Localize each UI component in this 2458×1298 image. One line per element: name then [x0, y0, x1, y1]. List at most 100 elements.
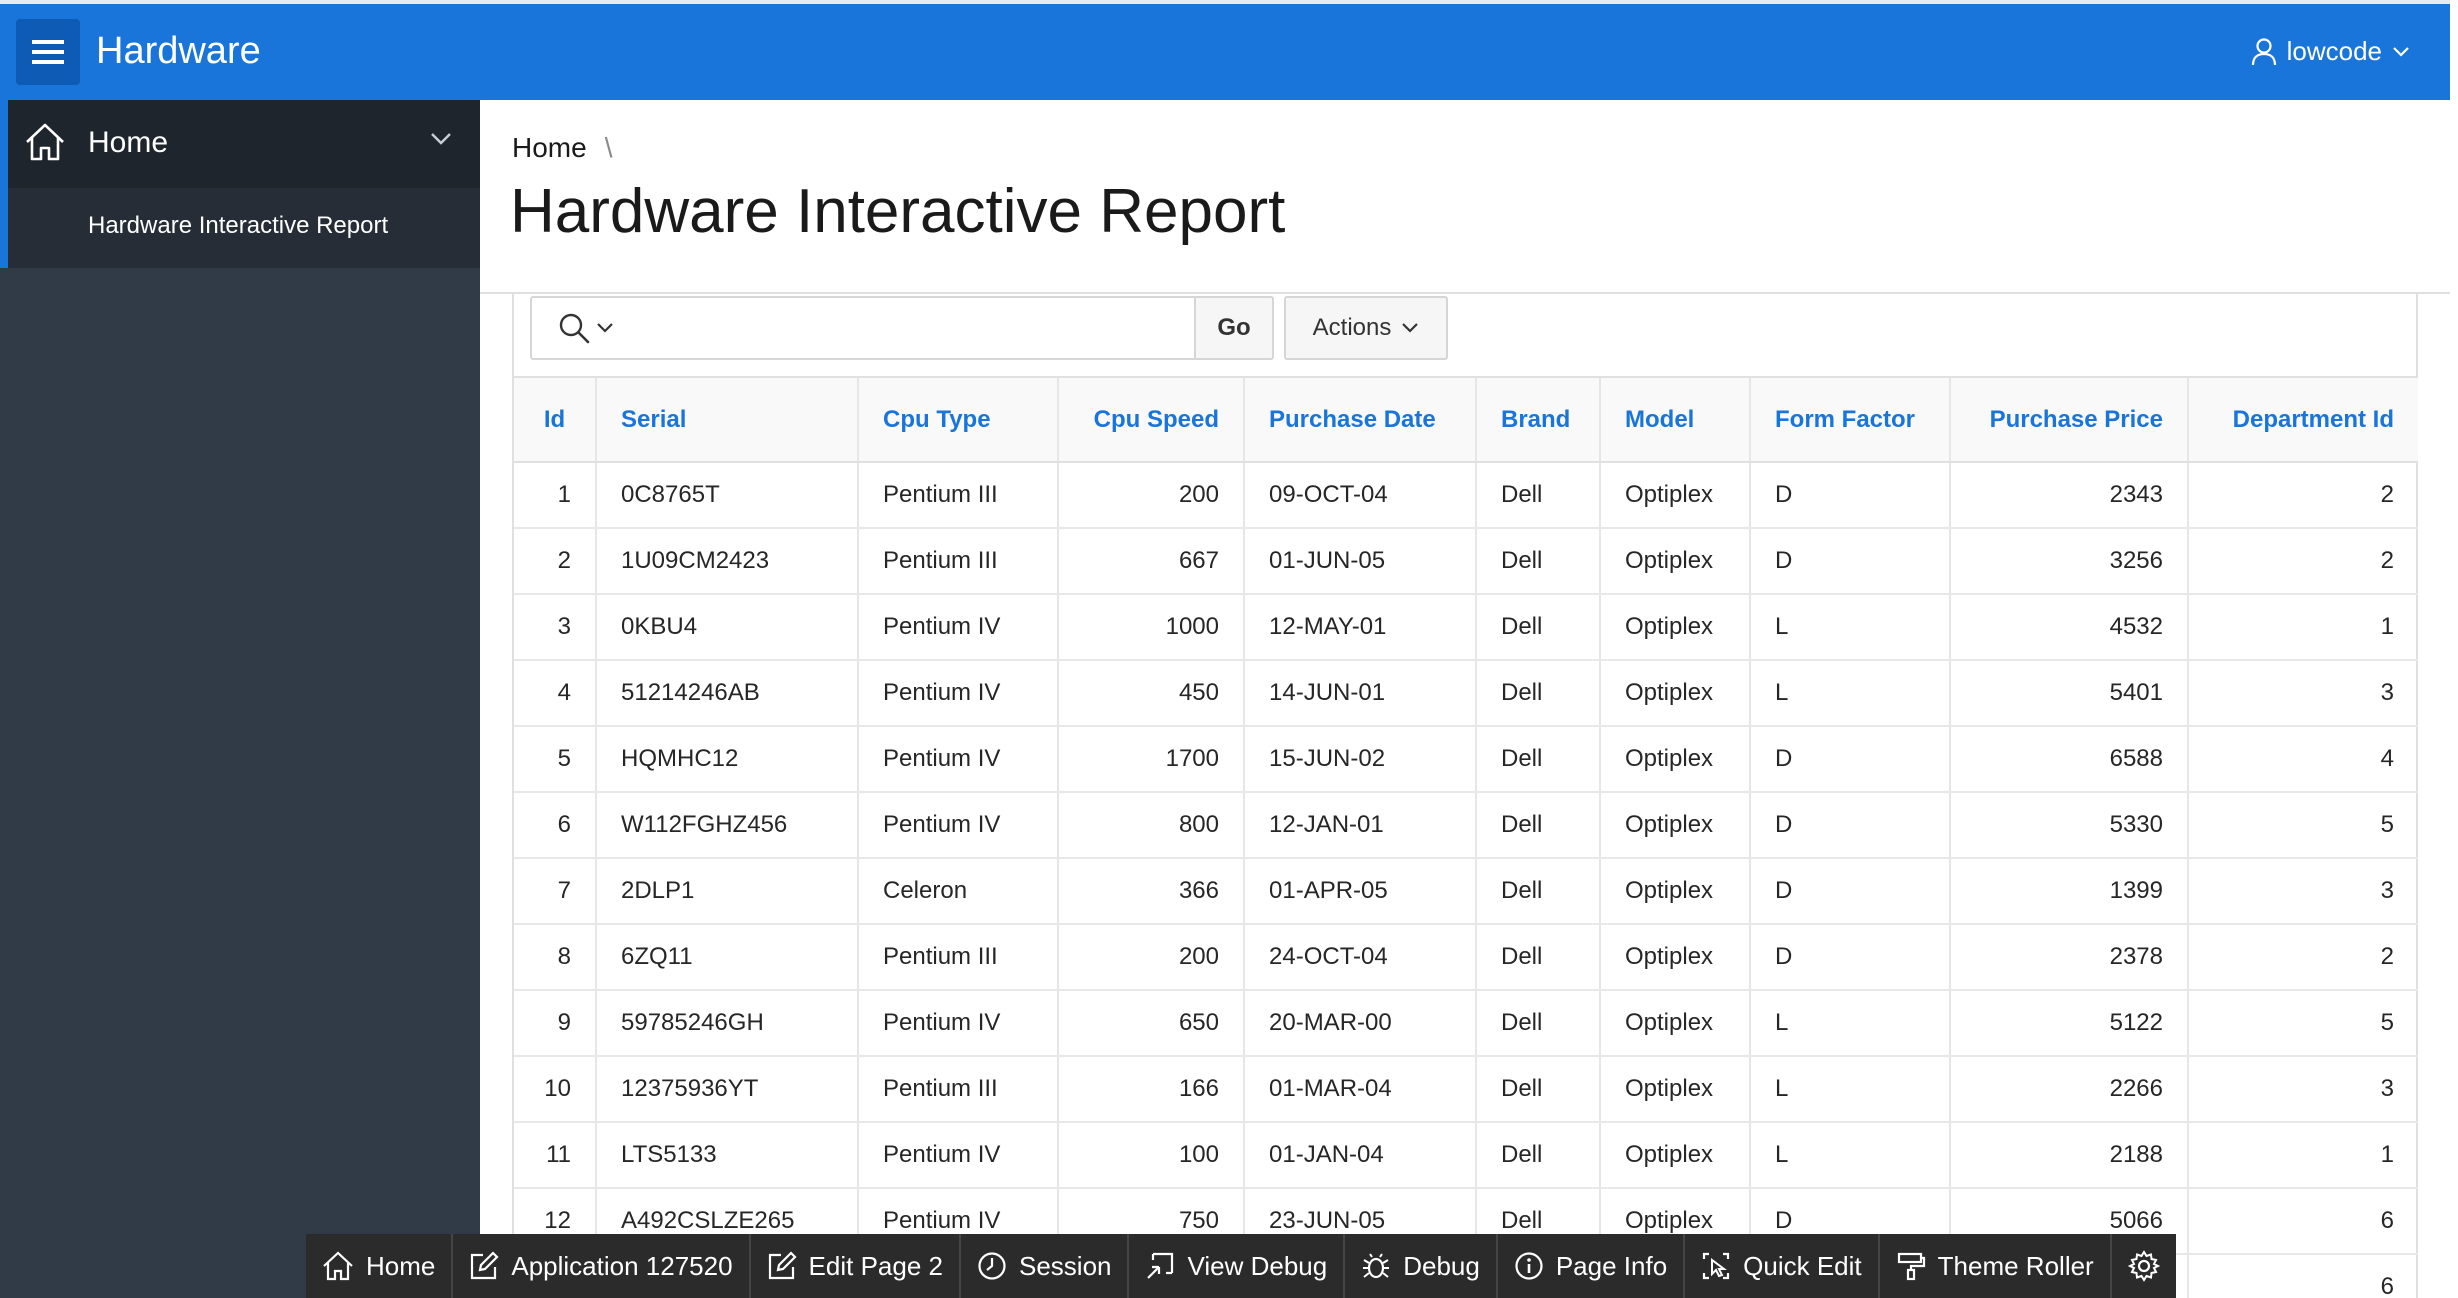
- cell-cpu-type: Pentium IV: [858, 660, 1059, 727]
- search-icon: [559, 313, 590, 344]
- table-row[interactable]: 11 LTS5133 Pentium IV 100 01-JAN-04 Dell Optip…: [514, 1122, 2418, 1189]
- actions-menu-button[interactable]: Actions: [1284, 296, 1448, 360]
- hamburger-icon: [32, 40, 64, 64]
- cell-form-factor: L: [1750, 1122, 1951, 1189]
- chevron-down-icon: [597, 323, 613, 333]
- user-menu[interactable]: lowcode: [2251, 36, 2410, 67]
- dev-application-button[interactable]: Application 127520: [453, 1234, 751, 1298]
- cell-purchase-price: 1399: [1950, 858, 2189, 925]
- cell-form-factor: L: [1750, 660, 1951, 727]
- search-column-selector[interactable]: [530, 296, 642, 360]
- table-row[interactable]: 7 2DLP1 Celeron 366 01-APR-05 Dell Optiplex D 13…: [514, 858, 2418, 925]
- edit-icon: [471, 1251, 499, 1280]
- cell-model: Optiplex: [1600, 660, 1751, 727]
- cell-id: 7: [514, 858, 597, 925]
- cell-purchase-date: 09-OCT-04: [1244, 462, 1477, 529]
- dev-item-label: Theme Roller: [1937, 1250, 2094, 1281]
- cell-brand: Dell: [1476, 1056, 1601, 1123]
- column-header-cpu-type[interactable]: Cpu Type: [858, 378, 1059, 463]
- column-header-serial[interactable]: Serial: [596, 378, 859, 463]
- top-bar: Hardware lowcode: [0, 0, 2450, 100]
- dev-item-label: Session: [1018, 1250, 1112, 1281]
- user-name: lowcode: [2286, 36, 2382, 66]
- chevron-down-icon: [1402, 323, 1419, 333]
- cell-department-id: 2: [2188, 924, 2418, 991]
- chevron-down-icon[interactable]: [430, 132, 452, 146]
- sidebar-item-label: Hardware Interactive Report: [88, 212, 389, 239]
- cell-serial: HQMHC12: [596, 726, 859, 793]
- hamburger-menu-button[interactable]: [16, 19, 80, 85]
- cell-purchase-price: 5330: [1950, 792, 2189, 859]
- table-row[interactable]: 4 51214246AB Pentium IV 450 14-JUN-01 Dell Opt…: [514, 660, 2418, 727]
- cell-id: 2: [514, 528, 597, 595]
- column-header-brand[interactable]: Brand: [1476, 378, 1601, 463]
- cell-cpu-speed: 100: [1058, 1122, 1245, 1189]
- cell-model: Optiplex: [1600, 726, 1751, 793]
- breadcrumb-separator: \: [604, 132, 613, 163]
- dev-view-debug-button[interactable]: View Debug: [1129, 1234, 1346, 1298]
- cell-department-id: 2: [2188, 528, 2418, 595]
- column-header-id[interactable]: Id: [514, 378, 597, 463]
- column-header-cpu-speed[interactable]: Cpu Speed: [1058, 378, 1245, 463]
- cell-model: Optiplex: [1600, 858, 1751, 925]
- column-header-purchase-price[interactable]: Purchase Price: [1950, 378, 2189, 463]
- table-row[interactable]: 8 6ZQ11 Pentium III 200 24-OCT-04 Dell Optiple…: [514, 924, 2418, 991]
- dev-theme-roller-button[interactable]: Theme Roller: [1880, 1234, 2112, 1298]
- dev-item-label: Quick Edit: [1743, 1250, 1862, 1281]
- cell-cpu-type: Pentium IV: [858, 594, 1059, 661]
- dev-session-button[interactable]: Session: [961, 1234, 1130, 1298]
- cell-cpu-speed: 200: [1058, 924, 1245, 991]
- cell-department-id: 3: [2188, 660, 2418, 727]
- table-row[interactable]: 10 12375936YT Pentium III 166 01-MAR-04 Dell O…: [514, 1056, 2418, 1123]
- dev-item-label: Home: [366, 1250, 436, 1281]
- cell-purchase-price: 2343: [1950, 462, 2189, 529]
- cell-purchase-date: 20-MAR-00: [1244, 990, 1477, 1057]
- cell-purchase-price: 4532: [1950, 594, 2189, 661]
- table-row[interactable]: 1 0C8765T Pentium III 200 09-OCT-04 Dell Optip…: [514, 462, 2418, 529]
- dev-item-label: Page Info: [1555, 1250, 1668, 1281]
- dev-home-button[interactable]: Home: [306, 1234, 454, 1298]
- dev-page-info-button[interactable]: Page Info: [1498, 1234, 1686, 1298]
- column-header-model[interactable]: Model: [1600, 378, 1751, 463]
- dev-debug-button[interactable]: Debug: [1345, 1234, 1498, 1298]
- cell-serial: 0C8765T: [596, 462, 859, 529]
- search-input[interactable]: [640, 296, 1196, 360]
- cell-department-id: 3: [2188, 858, 2418, 925]
- cell-model: Optiplex: [1600, 990, 1751, 1057]
- cell-id: 9: [514, 990, 597, 1057]
- actions-label: Actions: [1312, 314, 1392, 341]
- table-row[interactable]: 6 W112FGHZ456 Pentium IV 800 12-JAN-01 Dell Op…: [514, 792, 2418, 859]
- column-header-department-id[interactable]: Department Id: [2188, 378, 2418, 463]
- cell-id: 3: [514, 594, 597, 661]
- cell-cpu-type: Pentium IV: [858, 792, 1059, 859]
- go-button[interactable]: Go: [1194, 296, 1274, 360]
- table-row[interactable]: 3 0KBU4 Pentium IV 1000 12-MAY-01 Dell Optiple…: [514, 594, 2418, 661]
- cell-department-id: 3: [2188, 1056, 2418, 1123]
- column-header-form-factor[interactable]: Form Factor: [1750, 378, 1951, 463]
- cell-purchase-date: 15-JUN-02: [1244, 726, 1477, 793]
- cell-purchase-date: 01-JUN-05: [1244, 528, 1477, 595]
- cell-model: Optiplex: [1600, 924, 1751, 991]
- cell-cpu-type: Pentium III: [858, 924, 1059, 991]
- sidebar-item-hardware-report[interactable]: Hardware Interactive Report: [0, 188, 480, 268]
- table-row[interactable]: 5 HQMHC12 Pentium IV 1700 15-JUN-02 Dell Optip…: [514, 726, 2418, 793]
- dev-quick-edit-button[interactable]: Quick Edit: [1685, 1234, 1880, 1298]
- dev-item-label: Application 127520: [511, 1250, 733, 1281]
- table-row[interactable]: 2 1U09CM2423 Pentium III 667 01-JUN-05 Dell Op…: [514, 528, 2418, 595]
- column-header-purchase-date[interactable]: Purchase Date: [1244, 378, 1477, 463]
- cell-id: 1: [514, 462, 597, 529]
- breadcrumb-item-home[interactable]: Home: [512, 132, 587, 164]
- app-title[interactable]: Hardware: [96, 30, 261, 73]
- dev-edit-page-button[interactable]: Edit Page 2: [751, 1234, 961, 1298]
- cell-cpu-type: Pentium IV: [858, 1122, 1059, 1189]
- sidebar-item-home[interactable]: Home: [0, 100, 480, 188]
- bug-icon: [1363, 1253, 1390, 1279]
- cell-serial: 6ZQ11: [596, 924, 859, 991]
- paint-roller-icon: [1897, 1252, 1925, 1281]
- cell-cpu-type: Pentium III: [858, 1056, 1059, 1123]
- cell-model: Optiplex: [1600, 594, 1751, 661]
- cell-department-id: 2: [2188, 462, 2418, 529]
- dev-settings-button[interactable]: [2112, 1234, 2176, 1298]
- table-row[interactable]: 9 59785246GH Pentium IV 650 20-MAR-00 Dell Opt…: [514, 990, 2418, 1057]
- table-header-row: Id Serial Cpu Type Cpu Speed Purchase Da…: [514, 378, 2418, 463]
